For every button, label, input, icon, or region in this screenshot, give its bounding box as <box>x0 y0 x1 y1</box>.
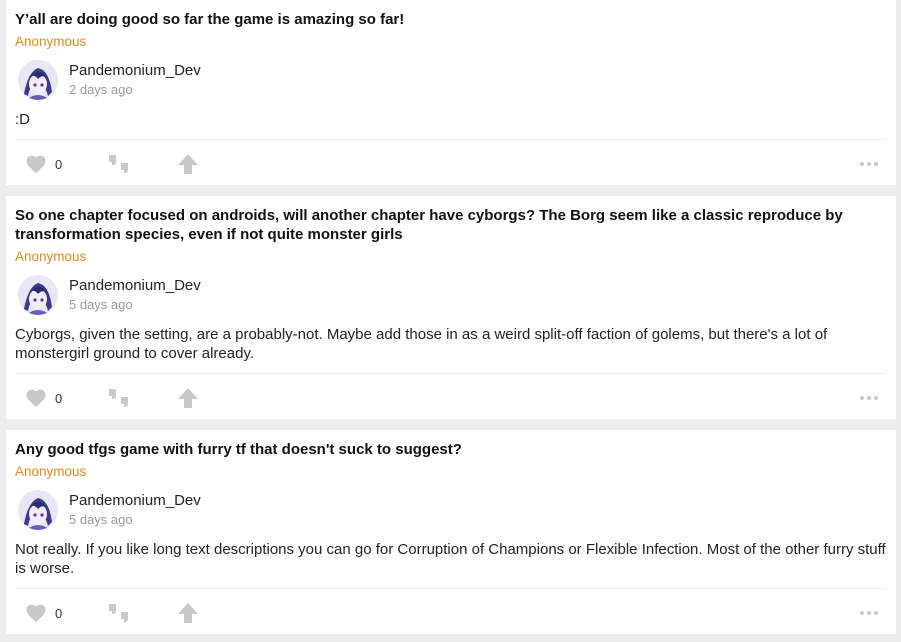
quote-icon <box>109 389 128 407</box>
timestamp[interactable]: 5 days ago <box>69 512 133 527</box>
asker-name: Anonymous <box>15 249 87 264</box>
heart-icon <box>26 155 46 174</box>
heart-icon <box>26 389 46 408</box>
quote-button[interactable] <box>107 383 131 413</box>
share-button[interactable] <box>176 598 200 628</box>
post-card: Any good tfgs game with furry tf that do… <box>6 430 896 634</box>
like-count: 0 <box>55 605 63 621</box>
author-name[interactable]: Pandemonium_Dev <box>69 492 201 509</box>
like-button[interactable]: 0 <box>25 598 62 628</box>
avatar[interactable] <box>18 60 58 100</box>
timestamp[interactable]: 2 days ago <box>69 82 133 97</box>
timestamp[interactable]: 5 days ago <box>69 297 133 312</box>
question-text: Any good tfgs game with furry tf that do… <box>15 441 462 458</box>
asker-name: Anonymous <box>15 464 87 479</box>
quote-icon <box>109 155 128 173</box>
share-arrow-icon <box>178 388 198 408</box>
share-arrow-icon <box>178 154 198 174</box>
answer-text: Not really. If you like long text descri… <box>15 541 886 577</box>
share-button[interactable] <box>176 383 200 413</box>
more-button[interactable] <box>860 598 878 628</box>
quote-button[interactable] <box>107 149 131 179</box>
post-card: Y’all are doing good so far the game is … <box>6 0 896 185</box>
like-count: 0 <box>55 156 63 172</box>
avatar-image <box>18 490 58 530</box>
more-button[interactable] <box>860 383 878 413</box>
avatar[interactable] <box>18 490 58 530</box>
quote-button[interactable] <box>107 598 131 628</box>
answer-text: Cyborgs, given the setting, are a probab… <box>15 326 828 362</box>
like-count: 0 <box>55 390 63 406</box>
more-button[interactable] <box>860 149 878 179</box>
author-name[interactable]: Pandemonium_Dev <box>69 277 201 294</box>
more-dots-icon <box>860 162 878 166</box>
like-button[interactable]: 0 <box>25 149 62 179</box>
author-name[interactable]: Pandemonium_Dev <box>69 62 201 79</box>
post-card: So one chapter focused on androids, will… <box>6 196 896 419</box>
avatar-image <box>18 60 58 100</box>
divider <box>15 588 886 589</box>
avatar[interactable] <box>18 275 58 315</box>
like-button[interactable]: 0 <box>25 383 62 413</box>
action-bar: 0 <box>6 149 896 179</box>
divider <box>15 139 886 140</box>
quote-icon <box>109 604 128 622</box>
answer-text: :D <box>15 111 30 128</box>
more-dots-icon <box>860 611 878 615</box>
more-dots-icon <box>860 396 878 400</box>
divider <box>15 373 886 374</box>
asker-name: Anonymous <box>15 34 87 49</box>
heart-icon <box>26 604 46 623</box>
share-button[interactable] <box>176 149 200 179</box>
avatar-image <box>18 275 58 315</box>
share-arrow-icon <box>178 603 198 623</box>
question-text: Y’all are doing good so far the game is … <box>15 11 405 28</box>
action-bar: 0 <box>6 383 896 413</box>
question-text: So one chapter focused on androids, will… <box>15 207 843 243</box>
action-bar: 0 <box>6 598 896 628</box>
